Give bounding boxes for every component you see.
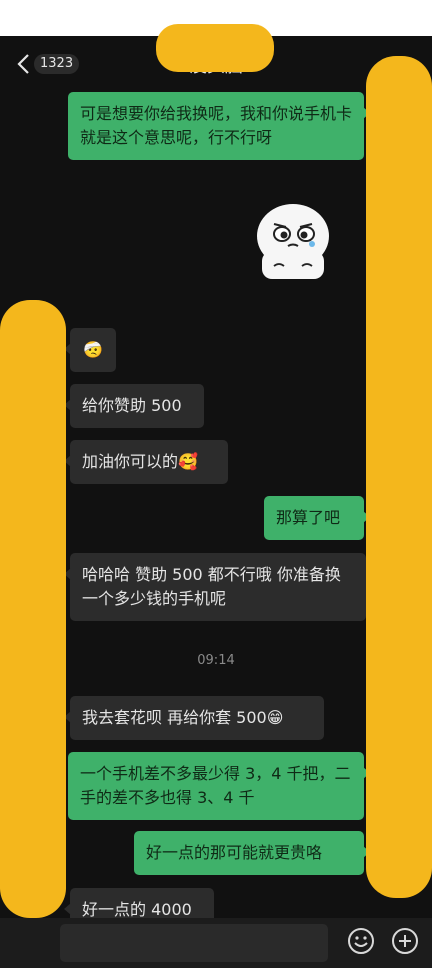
input-bar — [0, 918, 432, 968]
message-sent[interactable]: 那算了吧 — [264, 496, 370, 540]
message-received[interactable]: 🤕 — [64, 328, 116, 372]
message-input[interactable] — [60, 924, 328, 962]
message-received[interactable]: 加油你可以的🥰 — [64, 440, 228, 484]
message-sent[interactable]: 可是想要你给我换呢，我和你说手机卡就是这个意思呢，行不行呀 — [68, 92, 370, 160]
redaction-sticker — [0, 300, 66, 918]
message-received[interactable]: 哈哈哈 赞助 500 都不行哦 你准备换一个多少钱的手机呢 — [64, 553, 366, 621]
redaction-sticker — [366, 56, 432, 898]
message-sent[interactable]: 好一点的那可能就更贵咯 — [134, 831, 370, 875]
plus-icon[interactable] — [390, 926, 420, 956]
emoji-icon[interactable] — [346, 926, 376, 956]
message-received[interactable]: 我去套花呗 再给你套 500😁 — [64, 696, 324, 740]
redaction-sticker — [156, 24, 274, 72]
message-sent[interactable]: 一个手机差不多最少得 3，4 千把，二手的差不多也得 3、4 千 — [68, 752, 370, 820]
message-received[interactable]: 给你赞助 500 — [64, 384, 204, 428]
sticker-icon[interactable] — [252, 196, 334, 282]
